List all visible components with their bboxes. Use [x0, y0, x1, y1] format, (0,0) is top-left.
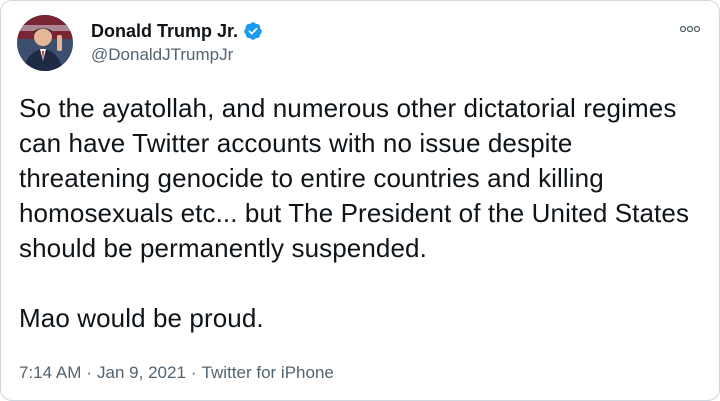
- meta-separator: ·: [190, 363, 197, 382]
- meta-separator: ·: [86, 363, 93, 382]
- tweet-time[interactable]: 7:14 AM: [19, 363, 81, 382]
- display-name[interactable]: Donald Trump Jr.: [91, 20, 238, 42]
- tweet-paragraph: So the ayatollah, and numerous other dic…: [19, 93, 690, 263]
- tweet-date[interactable]: Jan 9, 2021: [97, 363, 186, 382]
- tweet-meta: 7:14 AM · Jan 9, 2021 · Twitter for iPhone: [19, 362, 334, 384]
- author-handle[interactable]: @DonaldJTrumpJr: [91, 44, 263, 66]
- avatar[interactable]: [17, 15, 73, 71]
- more-options-icon[interactable]: [679, 21, 701, 35]
- verified-badge-icon: [243, 21, 263, 41]
- avatar-image: [17, 15, 73, 71]
- tweet-paragraph: Mao would be proud.: [19, 303, 264, 333]
- tweet-header: Donald Trump Jr. @DonaldJTrumpJr: [17, 15, 703, 71]
- tweet-text: So the ayatollah, and numerous other dic…: [19, 91, 709, 336]
- author-names: Donald Trump Jr. @DonaldJTrumpJr: [91, 20, 263, 66]
- display-name-row: Donald Trump Jr.: [91, 20, 263, 42]
- tweet-source[interactable]: Twitter for iPhone: [202, 363, 334, 382]
- tweet-card: Donald Trump Jr. @DonaldJTrumpJr So the …: [0, 0, 720, 401]
